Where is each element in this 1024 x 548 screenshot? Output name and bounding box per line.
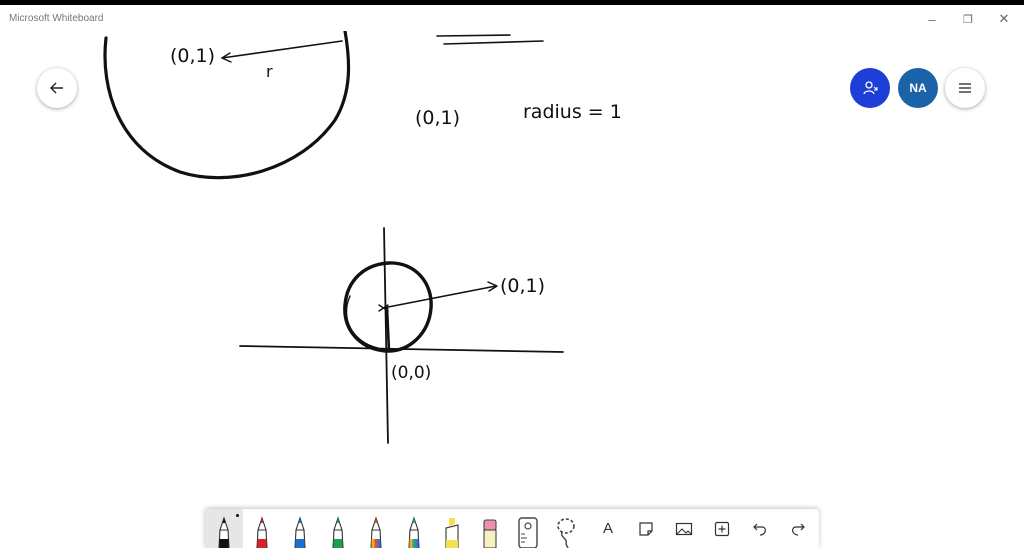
top-point-label: (0,1) (170, 45, 215, 67)
lasso-icon (557, 518, 575, 548)
tool-pen-green[interactable] (319, 509, 357, 548)
pen-black-icon (218, 516, 230, 548)
arrow-left-icon (50, 82, 63, 94)
pen-blue-icon (294, 516, 306, 548)
close-button[interactable]: ✕ (986, 9, 1022, 29)
undo-icon (753, 523, 766, 536)
small-radius-line (382, 285, 497, 309)
center-vertical (385, 306, 391, 353)
sticky-note-button[interactable] (627, 509, 665, 548)
minimize-button[interactable]: – (914, 9, 950, 29)
pen-rainbow-icon (370, 516, 382, 548)
equation-point: (0,1) (415, 107, 460, 129)
whiteboard-canvas[interactable]: (0,1) r (0,1) radius = 1 (0,1) (0,0) (0, 31, 1024, 548)
undo-button[interactable] (741, 509, 779, 548)
large-circle-stroke (103, 31, 351, 180)
tool-pen-galaxy[interactable] (395, 509, 433, 548)
active-tool-dot (236, 514, 239, 517)
person-share-icon (863, 81, 878, 95)
back-button[interactable] (37, 68, 77, 108)
redo-button[interactable] (779, 509, 817, 548)
highlighter-icon (445, 518, 459, 548)
add-button[interactable] (703, 509, 741, 548)
tool-ruler[interactable] (509, 509, 547, 548)
eraser-icon (483, 519, 497, 548)
top-line-2 (443, 40, 544, 45)
hamburger-icon (959, 83, 971, 93)
small-circle-extra-stroke (345, 295, 379, 349)
tool-pen-rainbow[interactable] (357, 509, 395, 548)
restore-button[interactable]: ❐ (950, 9, 986, 29)
app-title: Microsoft Whiteboard (9, 13, 104, 24)
top-r-label: r (266, 62, 273, 81)
top-line-1 (436, 34, 511, 37)
text-tool[interactable]: A (589, 509, 627, 548)
sticky-note-icon (639, 521, 653, 536)
pen-galaxy-icon (408, 516, 420, 548)
tool-pen-red[interactable] (243, 509, 281, 548)
bottom-toolbar: A (205, 509, 819, 548)
pen-red-icon (256, 516, 268, 548)
share-button[interactable] (850, 68, 890, 108)
tool-pen-black[interactable] (205, 509, 243, 548)
origin-label: (0,0) (391, 363, 431, 383)
pen-green-icon (332, 516, 344, 548)
arrow-point-label: (0,1) (500, 275, 545, 297)
title-bar: Microsoft Whiteboard – ❐ ✕ (0, 5, 1024, 31)
tool-pen-blue[interactable] (281, 509, 319, 548)
equation-text: radius = 1 (523, 101, 622, 123)
user-avatar[interactable]: NA (898, 68, 938, 108)
settings-menu-button[interactable] (945, 68, 985, 108)
large-radius-line (221, 40, 343, 59)
image-icon (675, 522, 693, 535)
ink-layer: (0,1) r (0,1) radius = 1 (0,1) (0,0) (103, 31, 622, 444)
tool-highlighter[interactable] (433, 509, 471, 548)
redo-icon (792, 523, 805, 536)
add-icon (714, 521, 730, 536)
tool-lasso[interactable] (547, 509, 585, 548)
insert-image-button[interactable] (665, 509, 703, 548)
tool-eraser[interactable] (471, 509, 509, 548)
ruler-icon (518, 517, 538, 548)
